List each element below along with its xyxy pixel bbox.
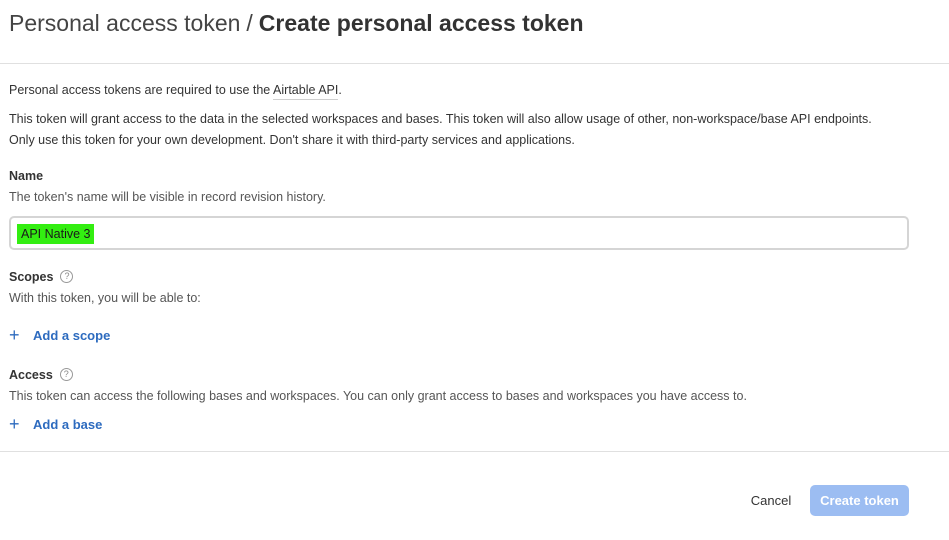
intro-line-1-suffix: . <box>338 83 342 97</box>
access-help-text: This token can access the following base… <box>9 389 747 403</box>
cancel-button[interactable]: Cancel <box>742 486 800 514</box>
question-circle-icon[interactable]: ? <box>60 270 74 284</box>
intro-line-3: Only use this token for your own develop… <box>9 133 575 147</box>
token-name-value[interactable]: API Native 3 <box>17 224 95 244</box>
intro-line-1: Personal access tokens are required to u… <box>9 80 342 100</box>
token-name-input[interactable]: API Native 3 <box>9 216 909 250</box>
name-help-text: The token's name will be visible in reco… <box>9 190 326 204</box>
breadcrumb-separator: / <box>246 10 253 36</box>
name-label: Name <box>9 169 44 183</box>
page-title: Personal access token / Create personal ac… <box>9 8 584 38</box>
add-scope-button[interactable]: + Add a scope <box>9 325 110 345</box>
create-token-button[interactable]: Create token <box>810 485 909 516</box>
scopes-label-text: Scopes <box>9 270 54 284</box>
add-scope-label: Add a scope <box>33 328 111 343</box>
plus-icon: + <box>9 414 20 434</box>
intro-line-1-text: Personal access tokens are required to u… <box>9 83 274 97</box>
breadcrumb-parent[interactable]: Personal access token <box>9 10 240 36</box>
question-circle-icon[interactable]: ? <box>59 368 73 382</box>
add-base-label: Add a base <box>33 417 103 432</box>
airtable-api-link[interactable]: Airtable API <box>273 83 339 100</box>
create-token-page: Personal access token / Create personal ac… <box>0 0 949 540</box>
breadcrumb-current: Create personal access token <box>258 10 584 36</box>
access-label-text: Access <box>9 368 53 382</box>
access-label: Access? <box>9 366 73 384</box>
intro-line-2: This token will grant access to the data… <box>9 112 872 126</box>
add-base-button[interactable]: + Add a base <box>9 414 102 434</box>
plus-icon: + <box>9 325 20 345</box>
footer-divider <box>0 451 949 452</box>
scopes-label: Scopes? <box>9 268 74 286</box>
page-header: Personal access token / Create personal ac… <box>0 0 949 64</box>
scopes-help-text: With this token, you will be able to: <box>9 291 201 305</box>
